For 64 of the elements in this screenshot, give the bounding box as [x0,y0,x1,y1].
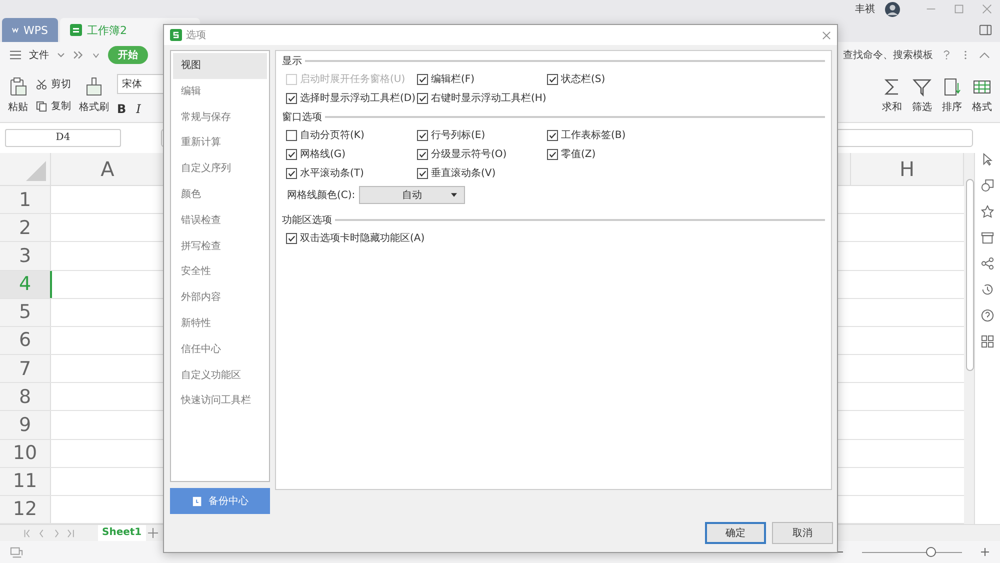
document-tab[interactable]: WPS [2,18,58,42]
category-item[interactable]: 安全性 [173,259,267,286]
section-title: 显示 [282,55,302,68]
category-item[interactable]: 视图 [173,53,267,79]
file-menu[interactable]: 文件 [29,48,49,62]
category-item[interactable]: 快速访问工具栏 [173,388,267,414]
row-header[interactable]: 1 [0,186,51,214]
row-header[interactable]: 4 [0,270,52,298]
category-item[interactable]: 自定义功能区 [173,362,267,388]
row-header[interactable]: 11 [0,468,51,495]
checkbox-label: 选择时显示浮动工具栏(D) [300,92,416,105]
checkbox-label: 水平滚动条(T) [300,166,364,180]
row-header[interactable]: 3 [0,242,51,270]
category-item[interactable]: 颜色 [173,182,267,208]
format-button[interactable]: 格式 [972,76,992,114]
row-header[interactable]: 8 [0,383,51,410]
bold-button[interactable]: B [117,102,126,116]
gridline-color-dropdown[interactable]: 自动 [359,186,466,204]
row-header[interactable]: 5 [0,298,51,326]
checkbox-label: 自动分页符(K) [300,129,364,142]
cut-button[interactable]: 剪切 [36,77,71,91]
sheet-tab[interactable]: Sheet1 [98,525,146,541]
checkbox-label: 分级显示符号(O) [431,148,507,161]
checkbox-label: 启动时展开任务窗格(U) [300,72,406,86]
category-item[interactable]: 重新计算 [173,130,267,156]
sum-button[interactable]: 求和 [882,76,902,114]
command-search[interactable]: 查找命令、搜索模板 [843,48,933,62]
paste-button[interactable]: 粘贴 [8,76,28,114]
gridline-color-label: 网格线颜色(C): [287,188,356,202]
ok-button[interactable]: 确定 [705,522,766,544]
category-item[interactable]: 信任中心 [173,336,267,363]
filter-button[interactable]: 筛选 [912,76,932,114]
format-painter-button[interactable]: 格式刷 [79,76,109,114]
checkbox-label: 网格线(G) [300,148,346,161]
section-title: 功能区选项 [282,214,332,227]
checkbox-label: 状态栏(S) [561,72,606,86]
row-header[interactable]: 9 [0,411,51,439]
start-tab[interactable]: 开始 [108,46,148,64]
cancel-button[interactable]: 取消 [772,522,833,544]
category-item[interactable]: 常规与保存 [173,104,267,130]
category-item[interactable]: 外部内容 [173,285,267,311]
checkbox-label: 行号列标(E) [431,128,486,142]
checkbox-label: 编辑栏(F) [431,72,475,86]
checkbox-label: 零值(Z) [561,148,596,161]
section-title: 窗口选项 [282,110,322,124]
row-header[interactable]: 12 [0,496,51,524]
copy-button[interactable]: 复制 [36,99,71,113]
italic-button[interactable]: I [136,102,141,116]
backup-center-button[interactable]: 备份中心 [170,488,270,514]
checkbox-label: 右键时显示浮动工具栏(H) [431,92,546,105]
category-item[interactable]: 错误检查 [173,208,267,234]
row-header[interactable]: 2 [0,214,51,242]
sort-button[interactable]: 排序 [942,76,962,114]
checkbox-label: 垂直滚动条(V) [431,166,496,180]
name-box[interactable]: D4 [5,129,121,147]
category-item[interactable]: 拼写检查 [173,234,267,260]
row-header[interactable]: 7 [0,355,51,382]
category-item[interactable]: 新特性 [173,310,267,337]
user-name: 丰祺 [855,2,875,16]
checkbox-label: 工作表标签(B) [561,128,626,142]
checkbox-label: 双击选项卡时隐藏功能区(A) [300,232,425,245]
category-item[interactable]: 自定义序列 [173,156,267,182]
row-header[interactable]: 6 [0,326,51,354]
row-header[interactable]: 10 [0,440,51,467]
